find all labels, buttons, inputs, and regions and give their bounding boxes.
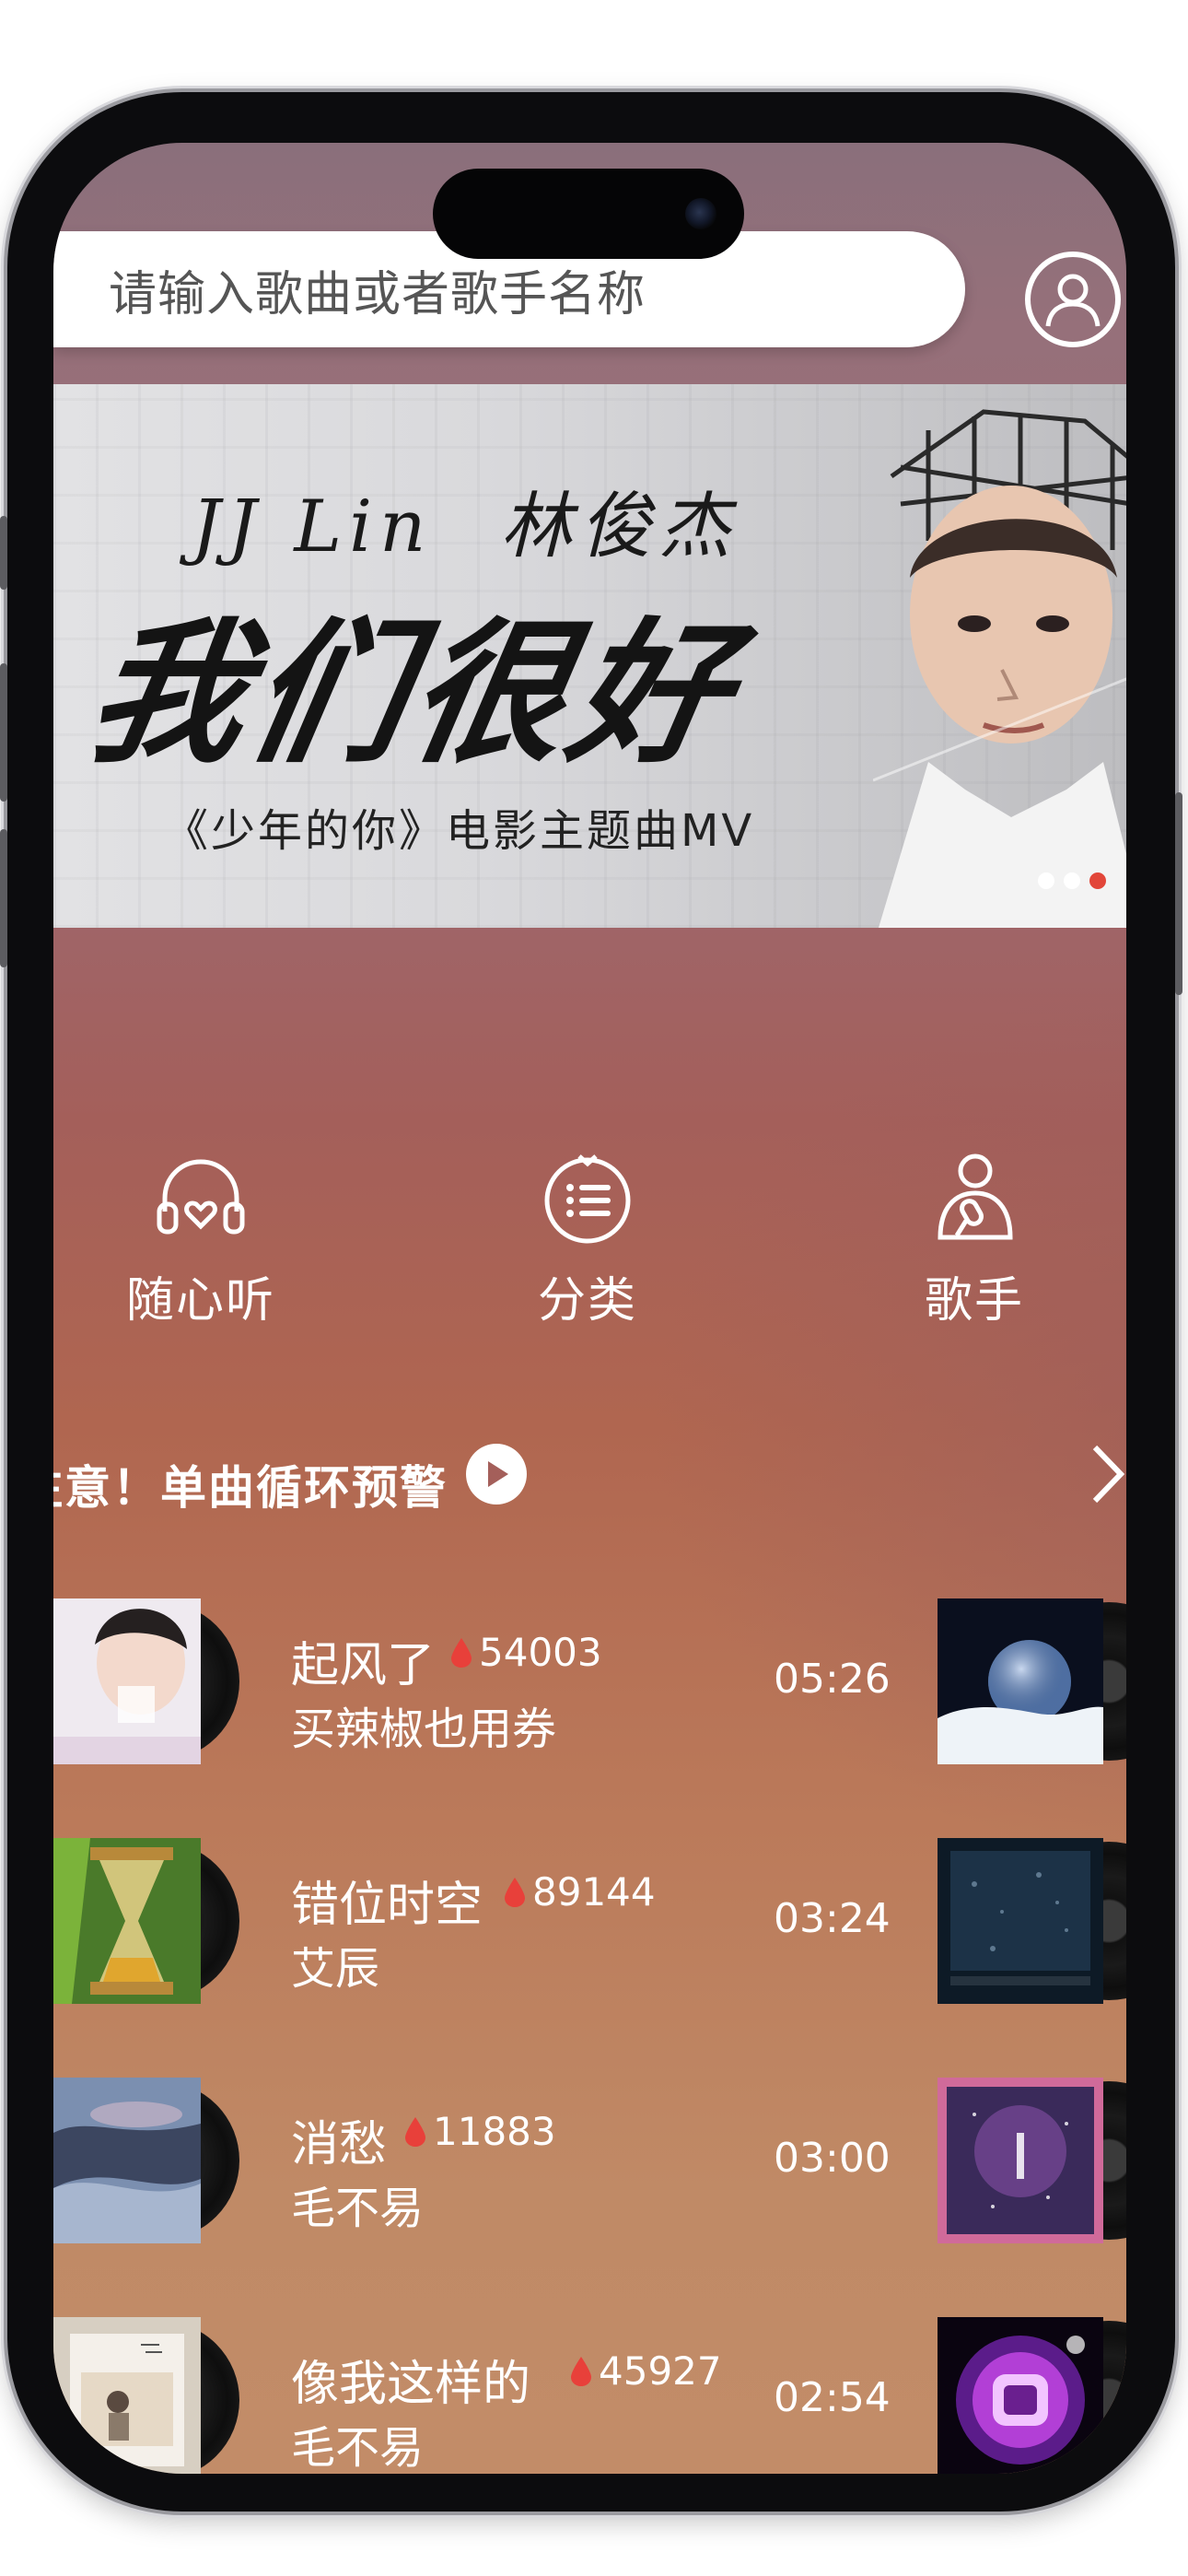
heat-drop-icon bbox=[405, 2116, 425, 2147]
song-artist: 毛不易 bbox=[291, 2183, 425, 2234]
category-random-listen[interactable]: 随心听 bbox=[81, 1147, 320, 1330]
heat-count: 54003 bbox=[479, 1630, 602, 1675]
search-placeholder: 请输入歌曲或者歌手名称 bbox=[109, 266, 646, 322]
volume-up-button bbox=[0, 663, 7, 802]
category-classify[interactable]: 分类 bbox=[468, 1147, 707, 1330]
heat-count: 45927 bbox=[599, 2348, 722, 2394]
app-screen: 请输入歌曲或者歌手名称 JJ Lin 林俊杰 我们很好 《少年的你》电影主题曲M… bbox=[53, 143, 1126, 2474]
banner-title: 我们很好 bbox=[76, 603, 749, 784]
song-duration: 03:24 bbox=[774, 1895, 891, 1942]
song-row[interactable]: 起风了 54003 买辣椒也用券 05:26 bbox=[53, 1598, 1126, 1774]
album-cover bbox=[53, 1838, 201, 2004]
category-singers[interactable]: 歌手 bbox=[855, 1147, 1094, 1330]
song-title: 错位时空 bbox=[291, 1878, 483, 1933]
song-heat: 89144 bbox=[503, 1869, 656, 1914]
promo-banner[interactable]: JJ Lin 林俊杰 我们很好 《少年的你》电影主题曲MV bbox=[53, 384, 1126, 928]
song-title: 消愁 bbox=[291, 2117, 388, 2172]
play-all-button[interactable] bbox=[466, 1444, 527, 1505]
play-icon bbox=[488, 1461, 508, 1487]
song-row[interactable]: 消愁 11883 毛不易 03:00 bbox=[53, 2078, 1126, 2253]
banner-artist-name: JJ Lin 林俊杰 bbox=[192, 469, 738, 572]
banner-subtitle: 《少年的你》电影主题曲MV bbox=[164, 805, 755, 857]
song-title: 像我这样的 bbox=[291, 2357, 531, 2412]
album-cover[interactable] bbox=[938, 1598, 1103, 1764]
category-label: 分类 bbox=[537, 1273, 637, 1329]
album-cover[interactable] bbox=[938, 2317, 1103, 2474]
album-cover bbox=[53, 1598, 201, 1764]
volume-down-button bbox=[0, 829, 7, 967]
album-cover bbox=[53, 2078, 201, 2243]
album-cover[interactable] bbox=[938, 2078, 1103, 2243]
song-heat: 45927 bbox=[569, 2348, 722, 2394]
song-artist: 毛不易 bbox=[291, 2422, 425, 2474]
banner-pagination bbox=[1038, 872, 1106, 889]
song-heat: 11883 bbox=[403, 2109, 556, 2154]
song-duration: 02:54 bbox=[774, 2374, 891, 2421]
banner-artist-cn: 林俊杰 bbox=[500, 486, 739, 568]
chevron-right-icon[interactable] bbox=[1089, 1442, 1126, 1506]
banner-dot-3[interactable] bbox=[1089, 872, 1106, 889]
song-artist: 买辣椒也用券 bbox=[291, 1704, 557, 1755]
banner-dot-2[interactable] bbox=[1064, 872, 1080, 889]
user-avatar-button[interactable] bbox=[1025, 252, 1121, 347]
song-row[interactable]: 错位时空 89144 艾辰 03:24 bbox=[53, 1838, 1126, 2013]
song-duration: 05:26 bbox=[774, 1656, 891, 1703]
action-button bbox=[0, 516, 7, 590]
power-button bbox=[1175, 792, 1182, 995]
album-cover bbox=[53, 2317, 201, 2474]
heat-count: 89144 bbox=[532, 1869, 656, 1914]
song-row[interactable]: 像我这样的 45927 毛不易 02:54 bbox=[53, 2317, 1126, 2474]
user-icon bbox=[1045, 274, 1101, 327]
camera-icon bbox=[685, 198, 716, 229]
section-title: 注意！单曲循环预警 bbox=[53, 1461, 448, 1515]
singer-microphone-icon bbox=[938, 1153, 1013, 1240]
song-heat: 54003 bbox=[449, 1630, 602, 1675]
song-title: 起风了 bbox=[291, 1638, 436, 1693]
category-label: 随心听 bbox=[125, 1273, 275, 1329]
song-artist: 艾辰 bbox=[291, 1943, 380, 1995]
heat-drop-icon bbox=[505, 1877, 525, 1907]
heat-drop-icon bbox=[571, 2356, 591, 2386]
banner-dot-1[interactable] bbox=[1038, 872, 1054, 889]
artist-portrait bbox=[873, 409, 1126, 928]
banner-artist-en: JJ Lin bbox=[192, 486, 434, 568]
song-duration: 03:00 bbox=[774, 2135, 891, 2182]
heat-drop-icon bbox=[451, 1637, 472, 1668]
headphones-heart-icon bbox=[157, 1159, 245, 1235]
heat-count: 11883 bbox=[433, 2109, 556, 2154]
album-cover[interactable] bbox=[938, 1838, 1103, 2004]
dynamic-island bbox=[433, 169, 744, 259]
category-list-icon bbox=[544, 1154, 631, 1244]
category-label: 歌手 bbox=[924, 1273, 1024, 1329]
